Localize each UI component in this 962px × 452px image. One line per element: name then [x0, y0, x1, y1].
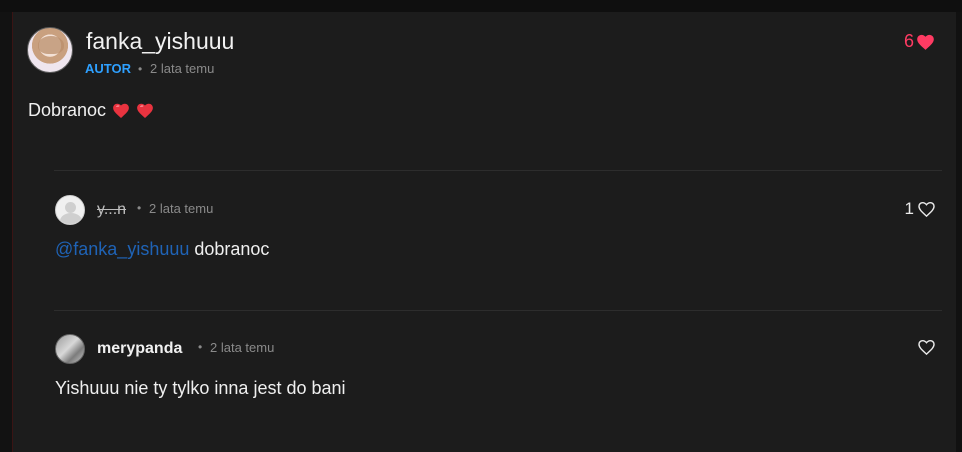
post-body: Dobranoc: [28, 100, 154, 121]
reply-like-count: 1: [904, 199, 914, 218]
reply-text: dobranoc: [194, 239, 270, 259]
scroll-edge: [956, 12, 962, 452]
heart-outline-icon: [918, 201, 935, 218]
heart-filled-icon: [917, 34, 934, 50]
post-time: 2 lata temu: [150, 61, 215, 76]
mention-link[interactable]: @fanka_yishuuu: [55, 239, 189, 259]
reply-like-button[interactable]: 1: [905, 199, 936, 219]
reply-text: Yishuuu nie ty tylko inna jest do bani: [55, 378, 346, 398]
author-name[interactable]: fanka_yishuuu: [86, 28, 234, 55]
meta-separator: •: [198, 340, 203, 354]
reply-avatar-default[interactable]: [55, 195, 85, 225]
post-text: Dobranoc: [28, 100, 107, 120]
heart-outline-icon: [918, 339, 935, 356]
reply-avatar[interactable]: [55, 334, 85, 364]
reply-time: 2 lata temu: [149, 201, 214, 216]
comment-thread-card: fanka_yishuuu AUTOR • 2 lata temu 6 Dobr…: [12, 12, 956, 452]
reply-author-name[interactable]: merypanda: [97, 340, 182, 358]
reply-author-name[interactable]: y...n: [97, 201, 126, 219]
author-avatar[interactable]: [27, 27, 73, 73]
red-heart-emoji-icon: [137, 103, 153, 118]
post-like-button[interactable]: 6: [904, 31, 935, 52]
post-like-count: 6: [903, 31, 914, 51]
meta-separator: •: [138, 62, 143, 76]
reply-time: 2 lata temu: [210, 340, 275, 355]
reply-like-button[interactable]: [914, 338, 936, 356]
page-top-bar: [0, 0, 962, 12]
author-badge: AUTOR: [85, 61, 131, 76]
reply-body: @fanka_yishuuu dobranoc: [55, 239, 269, 260]
red-heart-emoji-icon: [113, 103, 129, 118]
reply-divider: [54, 170, 942, 171]
meta-separator: •: [137, 201, 142, 215]
reply-divider: [54, 310, 942, 311]
